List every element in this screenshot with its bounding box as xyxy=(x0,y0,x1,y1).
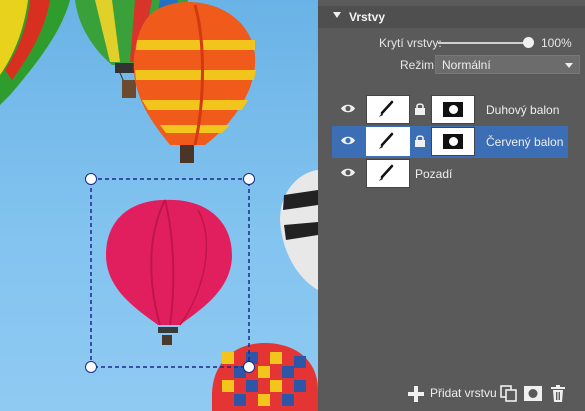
layer-row-duhovy-balon[interactable]: Duhový balon xyxy=(332,94,568,126)
brush-icon xyxy=(379,132,394,149)
lock-icon[interactable] xyxy=(414,102,426,116)
plus-icon[interactable] xyxy=(408,386,424,402)
resize-handle-bottom-left[interactable] xyxy=(85,361,97,373)
blend-mode-value: Normální xyxy=(442,58,491,72)
resize-handle-top-right[interactable] xyxy=(243,173,255,185)
layer-row-pozadi[interactable]: Pozadí xyxy=(332,158,568,190)
brush-icon xyxy=(379,164,394,181)
balloon-right-edge xyxy=(280,170,318,290)
layer-thumbnail xyxy=(366,127,410,156)
blend-mode-select[interactable]: Normální xyxy=(435,55,580,74)
layers-panel: Vrstvy Krytí vrstvy: 100% Režim: Normáln… xyxy=(318,0,585,411)
layer-name: Duhový balon xyxy=(486,103,560,117)
brush-icon xyxy=(379,100,394,117)
mode-label: Režim: xyxy=(400,58,438,72)
duplicate-icon[interactable] xyxy=(500,385,517,402)
collapse-triangle-icon[interactable] xyxy=(333,12,341,18)
layer-thumbnail xyxy=(366,95,410,124)
checkered-balloon xyxy=(212,343,318,411)
balloon-top-left xyxy=(0,0,70,105)
opacity-slider[interactable] xyxy=(438,42,528,44)
red-balloon xyxy=(106,199,232,345)
photo-canvas[interactable] xyxy=(0,0,318,411)
opacity-slider-thumb[interactable] xyxy=(523,37,534,48)
trash-icon[interactable] xyxy=(551,385,565,402)
opacity-value: 100% xyxy=(541,36,572,50)
resize-handle-top-left[interactable] xyxy=(85,173,97,185)
eye-icon[interactable] xyxy=(340,167,356,178)
layer-row-cerveny-balon[interactable]: Červený balon xyxy=(332,126,568,158)
panel-title: Vrstvy xyxy=(349,10,386,24)
layer-mask-thumbnail[interactable] xyxy=(431,127,475,156)
mask-icon[interactable] xyxy=(524,386,542,401)
chevron-down-icon xyxy=(565,63,573,68)
layer-thumbnail xyxy=(366,159,410,188)
opacity-label: Krytí vrstvy: xyxy=(379,36,442,50)
eye-icon[interactable] xyxy=(340,103,356,114)
add-layer-button[interactable]: Přidat vrstvu xyxy=(430,386,497,400)
orange-balloon xyxy=(133,2,256,163)
resize-handle-bottom-right[interactable] xyxy=(243,361,255,373)
eye-icon[interactable] xyxy=(340,135,356,146)
layer-name: Červený balon xyxy=(486,135,564,149)
layer-mask-thumbnail[interactable] xyxy=(431,95,475,124)
layer-name: Pozadí xyxy=(415,167,453,181)
panel-header[interactable]: Vrstvy xyxy=(318,6,585,28)
lock-icon[interactable] xyxy=(414,134,426,148)
